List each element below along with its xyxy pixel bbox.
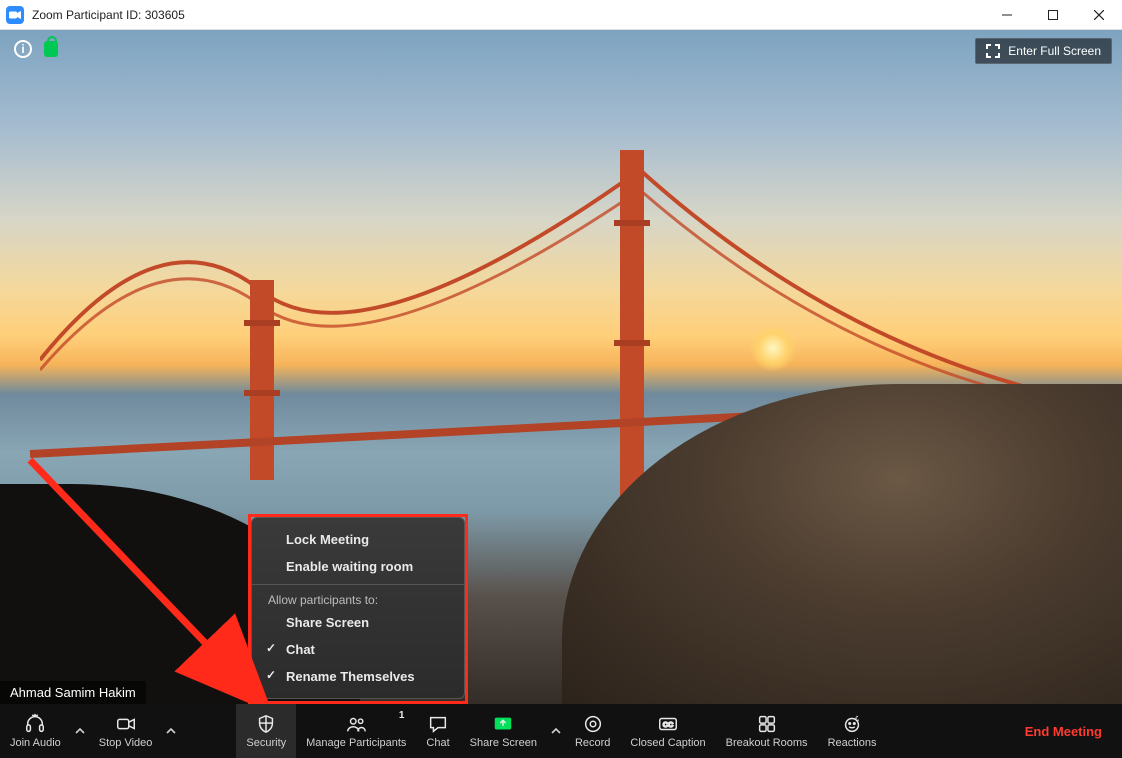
security-allow-chat[interactable]: Chat [252,636,464,663]
svg-text:CC: CC [663,720,674,729]
share-screen-icon [492,713,514,735]
security-menu: Lock Meeting Enable waiting room Allow p… [251,517,465,699]
enter-fullscreen-label: Enter Full Screen [1008,44,1101,58]
meeting-info-icon[interactable]: i [14,40,32,58]
shield-icon [255,713,277,735]
closed-caption-button[interactable]: CC Closed Caption [620,704,715,758]
manage-participants-button[interactable]: 1 Manage Participants [296,704,416,758]
closed-caption-icon: CC [657,713,679,735]
window-titlebar: Zoom Participant ID: 303605 [0,0,1122,30]
fullscreen-icon [986,44,1000,58]
participant-name-tag: Ahmad Samim Hakim [0,681,146,704]
enter-fullscreen-button[interactable]: Enter Full Screen [975,38,1112,64]
security-label: Security [246,737,286,749]
reactions-label: Reactions [828,737,877,749]
background-headland [562,384,1122,704]
chat-label: Chat [426,737,449,749]
chat-bubble-icon [427,713,449,735]
participants-icon [345,713,367,735]
breakout-rooms-icon [756,713,778,735]
video-area: i Enter Full Screen Ahmad Samim Hakim Lo… [0,30,1122,758]
breakout-rooms-button[interactable]: Breakout Rooms [716,704,818,758]
participant-name: Ahmad Samim Hakim [10,685,136,700]
share-screen-label: Share Screen [470,737,537,749]
security-allow-share-screen[interactable]: Share Screen [252,609,464,636]
security-lock-meeting[interactable]: Lock Meeting [252,526,464,553]
reactions-button[interactable]: Reactions [818,704,887,758]
background-sun [750,325,796,371]
stop-video-button[interactable]: Stop Video [89,704,163,758]
window-title: Zoom Participant ID: 303605 [32,8,185,22]
meeting-toolbar: Join Audio Stop Video Security [0,704,1122,758]
record-icon [582,713,604,735]
join-audio-button[interactable]: Join Audio [0,704,71,758]
security-allow-label: Allow participants to: [252,589,464,609]
audio-options-chevron[interactable] [71,704,89,758]
reactions-icon [841,713,863,735]
manage-participants-label: Manage Participants [306,737,406,749]
encryption-icon[interactable] [44,41,58,57]
security-enable-waiting-room[interactable]: Enable waiting room [252,553,464,580]
window-close-button[interactable] [1076,0,1122,30]
stop-video-label: Stop Video [99,737,153,749]
window-minimize-button[interactable] [984,0,1030,30]
record-button[interactable]: Record [565,704,620,758]
headphones-icon [24,713,46,735]
menu-separator [252,584,464,585]
join-audio-label: Join Audio [10,737,61,749]
zoom-app-icon [6,6,24,24]
record-label: Record [575,737,610,749]
closed-caption-label: Closed Caption [630,737,705,749]
share-screen-button[interactable]: Share Screen [460,704,547,758]
window-maximize-button[interactable] [1030,0,1076,30]
video-camera-icon [115,713,137,735]
breakout-rooms-label: Breakout Rooms [726,737,808,749]
background-bridge-tower [620,150,644,500]
share-options-chevron[interactable] [547,704,565,758]
security-button[interactable]: Security [236,704,296,758]
end-meeting-button[interactable]: End Meeting [1005,724,1122,739]
video-options-chevron[interactable] [162,704,180,758]
security-allow-rename[interactable]: Rename Themselves [252,663,464,690]
security-menu-highlight: Lock Meeting Enable waiting room Allow p… [248,514,468,704]
chat-button[interactable]: Chat [416,704,459,758]
participants-count-badge: 1 [399,710,405,721]
background-bridge-tower [250,280,274,480]
